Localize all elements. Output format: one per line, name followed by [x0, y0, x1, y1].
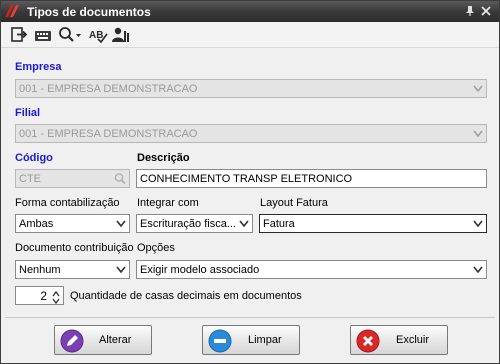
chevron-down-icon: [473, 264, 483, 275]
close-icon[interactable]: [479, 3, 493, 19]
pin-icon[interactable]: [463, 3, 477, 19]
filial-label: Filial: [15, 107, 41, 119]
chevron-down-icon: [473, 218, 483, 229]
casas-decimais-label: Quantidade de casas decimais em document…: [70, 290, 302, 302]
codigo-value: CTE: [19, 173, 41, 185]
filial-select: 001 - EMPRESA DEMONSTRACAO: [15, 124, 487, 143]
exit-icon[interactable]: [10, 25, 28, 45]
users-icon[interactable]: [111, 25, 131, 45]
forma-contabilizacao-select[interactable]: Ambas: [15, 214, 130, 233]
forma-contabilizacao-value: Ambas: [19, 218, 54, 230]
filial-value: 001 - EMPRESA DEMONSTRACAO: [19, 128, 198, 140]
limpar-label: Limpar: [248, 334, 282, 346]
codigo-label: Código: [15, 152, 53, 164]
svg-text:AB: AB: [89, 30, 103, 41]
descricao-label: Descrição: [137, 152, 190, 164]
window-title: Tipos de documentos: [27, 5, 151, 19]
casas-decimais-value: 2: [40, 289, 47, 303]
forma-contabilizacao-label: Forma contabilização: [15, 197, 120, 209]
chevron-down-icon: [473, 83, 483, 94]
integrar-com-select[interactable]: Escrituração fisca...: [136, 214, 253, 233]
descricao-value: CONHECIMENTO TRANSP ELETRONICO: [140, 173, 353, 185]
codigo-field: CTE: [15, 169, 130, 188]
spin-down-icon[interactable]: [51, 296, 61, 305]
excluir-label: Excluir: [396, 334, 430, 346]
documento-contribuicao-select[interactable]: Nenhum: [15, 260, 130, 279]
limpar-button[interactable]: Limpar: [202, 325, 300, 355]
empresa-label: Empresa: [15, 61, 62, 73]
chevron-down-icon: [239, 218, 249, 229]
opcoes-value: Exigir modelo associado: [140, 264, 260, 276]
opcoes-label: Opções: [137, 242, 175, 254]
integrar-com-label: Integrar com: [137, 197, 199, 209]
opcoes-select[interactable]: Exigir modelo associado: [136, 260, 487, 279]
layout-fatura-value: Fatura: [263, 218, 295, 230]
spin-up-icon[interactable]: [51, 288, 61, 297]
documento-contribuicao-label: Documento contribuição: [15, 242, 134, 254]
title-bar: Tipos de documentos: [1, 1, 499, 22]
documento-contribuicao-value: Nenhum: [19, 264, 61, 276]
dialog-window: Tipos de documentos AB Empresa 001 - EMP…: [0, 0, 500, 364]
alterar-label: Alterar: [99, 334, 132, 346]
alterar-button[interactable]: Alterar: [54, 325, 152, 355]
toolbar: AB: [1, 22, 499, 48]
delete-icon: [356, 329, 380, 353]
empresa-select: 001 - EMPRESA DEMONSTRACAO: [15, 79, 487, 98]
edit-icon: [60, 329, 84, 353]
search-icon[interactable]: [57, 25, 83, 45]
spellcheck-icon[interactable]: AB: [88, 25, 108, 45]
chevron-down-icon: [116, 264, 126, 275]
layout-fatura-select[interactable]: Fatura: [259, 214, 487, 233]
empresa-value: 001 - EMPRESA DEMONSTRACAO: [19, 83, 198, 95]
chevron-down-icon: [473, 128, 483, 139]
casas-decimais-spinner[interactable]: 2: [15, 286, 64, 305]
separator: [5, 317, 495, 318]
excluir-button[interactable]: Excluir: [350, 325, 448, 355]
layout-fatura-label: Layout Fatura: [260, 197, 328, 209]
app-logo-icon: [4, 3, 22, 19]
clear-icon: [208, 329, 232, 353]
search-icon: [113, 172, 127, 185]
descricao-input[interactable]: CONHECIMENTO TRANSP ELETRONICO: [136, 169, 487, 188]
keyboard-icon[interactable]: [33, 25, 53, 45]
integrar-com-value: Escrituração fisca...: [140, 218, 236, 230]
chevron-down-icon: [116, 218, 126, 229]
